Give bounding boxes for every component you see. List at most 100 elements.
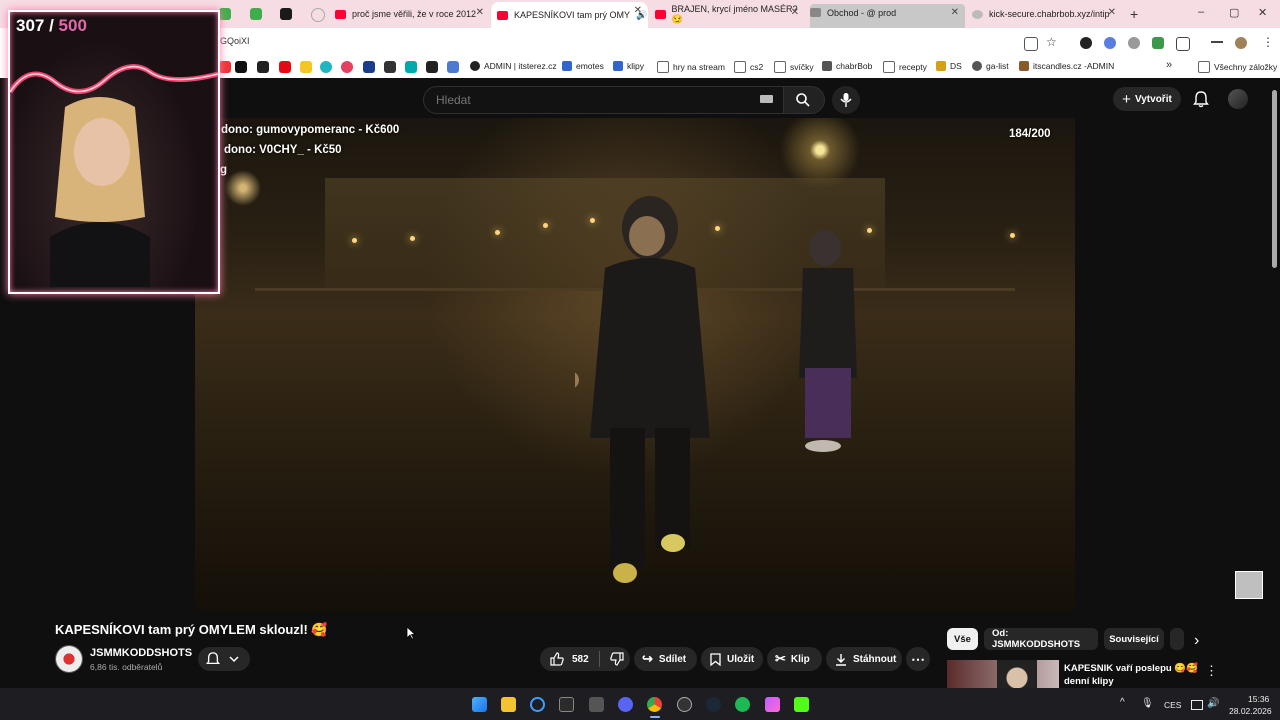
bookmark-chabrbob[interactable]: chabrBob [822, 61, 872, 71]
language-indicator[interactable]: CES [1164, 700, 1181, 710]
close-tab-icon[interactable]: ✕ [476, 7, 484, 18]
x-icon[interactable] [235, 61, 247, 73]
close-tab-icon[interactable]: ✕ [951, 7, 959, 18]
like-button[interactable]: 582 [540, 652, 589, 666]
bookmark-icon[interactable] [300, 61, 312, 73]
chip-partial[interactable] [1170, 628, 1184, 650]
extension-icon[interactable] [1080, 37, 1092, 49]
extension-icon[interactable] [1128, 37, 1140, 49]
bookmark-all[interactable]: Všechny záložky [1198, 61, 1277, 73]
chips-next-button[interactable]: › [1194, 632, 1199, 650]
loading-tab-icon[interactable] [311, 8, 325, 22]
puzzle-icon[interactable] [1176, 37, 1190, 51]
notifications-bell-icon[interactable] [1193, 90, 1209, 108]
tab-favicon-icon[interactable] [219, 8, 231, 20]
bookmark-admin[interactable]: ADMIN | itsterez.cz [470, 61, 557, 71]
maximize-button[interactable]: ▢ [1229, 6, 1239, 19]
bookmark-label: cs2 [750, 62, 764, 72]
bookmark-itscandles[interactable]: itscandles.cz -ADMIN [1019, 61, 1114, 71]
close-tab-icon[interactable]: ✕ [1108, 7, 1116, 18]
share-button[interactable]: ↪ Sdílet [634, 647, 697, 671]
netflix-icon[interactable] [279, 61, 291, 73]
bookmark-emotes[interactable]: emotes [562, 61, 604, 71]
profile-avatar[interactable] [1235, 37, 1247, 49]
video-player[interactable] [195, 118, 1075, 612]
spotify-icon[interactable] [735, 697, 750, 712]
bookmark-folder-cs2[interactable]: cs2 [734, 61, 763, 73]
recommended-menu-icon[interactable]: ⋮ [1205, 663, 1218, 679]
obs-icon[interactable] [677, 697, 692, 712]
extension-icon[interactable] [1104, 37, 1116, 49]
bookmark-folder-svicky[interactable]: svíčky [774, 61, 814, 73]
download-button[interactable]: Stáhnout [826, 647, 902, 671]
channel-name[interactable]: JSMMKODDSHOTS [90, 647, 192, 659]
volume-icon[interactable]: 🔊 [1207, 698, 1219, 709]
kick-tab-icon[interactable] [280, 8, 292, 20]
clock-time[interactable]: 15:36 [1248, 694, 1269, 704]
voice-search-button[interactable] [832, 86, 860, 114]
page-scrollbar[interactable] [1272, 90, 1277, 268]
search-input[interactable] [434, 92, 738, 108]
recommended-title[interactable]: KAPESNIK vaří poslepu 😋🥰 denní klipy [1064, 662, 1204, 688]
thumbs-down-icon[interactable] [609, 652, 624, 666]
chip-from-channel[interactable]: Od: JSMMKODDSHOTS [984, 628, 1098, 650]
bookmark-klipy[interactable]: klipy [613, 61, 644, 71]
keyboard-icon[interactable] [760, 95, 773, 103]
tray-overflow-icon[interactable]: ^ [1120, 697, 1125, 708]
channel-avatar[interactable] [55, 645, 83, 673]
discord-icon[interactable] [618, 697, 633, 712]
install-app-icon[interactable] [1024, 37, 1038, 51]
bookmark-icon[interactable] [447, 61, 459, 73]
create-button[interactable]: + Vytvořit [1113, 87, 1181, 111]
bookmark-icon[interactable] [320, 61, 332, 73]
bookmark-ga-list[interactable]: ga-list [972, 61, 1009, 71]
bookmark-folder-hry[interactable]: hry na stream [657, 61, 725, 73]
bookmark-ds[interactable]: DS [936, 61, 962, 71]
more-actions-button[interactable]: ⋯ [906, 647, 930, 671]
bookmark-icon[interactable] [257, 61, 269, 73]
subscription-bell-button[interactable] [198, 647, 250, 671]
download-bookmark-icon[interactable] [426, 61, 438, 73]
extension-icon[interactable] [1152, 37, 1164, 49]
minimize-button[interactable]: – [1198, 6, 1204, 18]
tab-kick-secure[interactable]: kick-secure.chabrbob.xyz/intip ✕ [972, 4, 1122, 24]
clip-button[interactable]: ✂ Klip [767, 647, 822, 671]
start-menu-icon[interactable] [472, 697, 487, 712]
microphone-tray-icon[interactable]: 🎙 [1141, 698, 1154, 709]
bookmark-icon[interactable] [219, 61, 231, 73]
terminal-icon[interactable] [559, 697, 574, 712]
chip-all[interactable]: Vše [947, 628, 978, 650]
close-window-button[interactable]: ✕ [1258, 6, 1267, 19]
bookmark-icon[interactable] [384, 61, 396, 73]
tab-favicon-icon[interactable] [250, 8, 262, 20]
bookmark-folder-recepty[interactable]: recepty [883, 61, 927, 73]
tab-video-active[interactable]: KAPESNÍKOVI tam prý OMY 🔊 ✕ [491, 2, 648, 28]
chrome-icon[interactable] [647, 697, 662, 712]
account-avatar[interactable] [1228, 89, 1248, 109]
close-tab-icon[interactable]: ✕ [634, 5, 642, 16]
affinity-icon[interactable] [765, 697, 780, 712]
display-tray-icon[interactable] [1191, 700, 1203, 710]
url-field[interactable]: GQoiXI [220, 36, 250, 46]
menu-icon[interactable]: ⋮ [1262, 35, 1274, 49]
chip-related[interactable]: Související [1104, 628, 1164, 650]
tab-video-2012[interactable]: proč jsme věřili, že v roce 2012 ✕ [335, 4, 490, 24]
paypal-icon[interactable] [363, 61, 375, 73]
steam-icon[interactable] [706, 697, 721, 712]
tab-video-brajen[interactable]: BRAJEN, krycí jméno MASÉR? 😏 ✕ [655, 4, 805, 24]
bookmark-star-icon[interactable]: ☆ [1046, 35, 1057, 49]
media-control-icon[interactable] [1211, 41, 1223, 49]
clock-date[interactable]: 28.02.2026 [1229, 706, 1272, 716]
bookmark-icon[interactable] [405, 61, 417, 73]
close-tab-icon[interactable]: ✕ [791, 7, 799, 18]
minecraft-icon[interactable] [589, 697, 604, 712]
search-button[interactable] [783, 86, 825, 114]
file-explorer-icon[interactable] [501, 697, 516, 712]
save-button[interactable]: Uložit [701, 647, 763, 671]
app-c-icon[interactable] [530, 697, 545, 712]
channel-watermark[interactable] [1235, 571, 1263, 599]
more-bookmarks-button[interactable]: » [1166, 59, 1172, 71]
kick-icon[interactable] [794, 697, 809, 712]
bookmark-icon[interactable] [341, 61, 353, 73]
new-tab-button[interactable]: + [1130, 6, 1138, 22]
